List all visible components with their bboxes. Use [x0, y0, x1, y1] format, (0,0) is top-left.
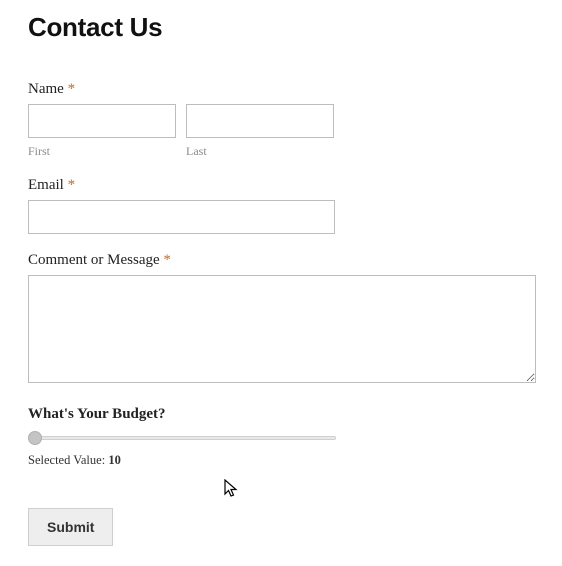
message-label: Comment or Message *	[28, 252, 534, 269]
selected-value-label: Selected Value:	[28, 453, 108, 467]
budget-selected-value: Selected Value: 10	[28, 453, 534, 468]
page-title: Contact Us	[28, 12, 534, 43]
required-marker: *	[163, 252, 171, 268]
budget-field: What's Your Budget? Selected Value: 10	[28, 406, 534, 468]
name-label: Name *	[28, 81, 534, 98]
email-label: Email *	[28, 177, 534, 194]
message-textarea[interactable]	[28, 275, 536, 383]
email-field: Email *	[28, 177, 534, 234]
slider-thumb[interactable]	[28, 431, 42, 445]
selected-value-number: 10	[108, 453, 121, 467]
message-field: Comment or Message *	[28, 252, 534, 388]
message-label-text: Comment or Message	[28, 252, 160, 268]
name-field: Name * First Last	[28, 81, 534, 159]
email-label-text: Email	[28, 177, 64, 193]
first-name-input[interactable]	[28, 104, 176, 138]
required-marker: *	[68, 177, 76, 193]
submit-button[interactable]: Submit	[28, 508, 113, 546]
name-label-text: Name	[28, 81, 64, 97]
first-name-sublabel: First	[28, 144, 176, 159]
last-name-input[interactable]	[186, 104, 334, 138]
budget-label: What's Your Budget?	[28, 406, 534, 423]
email-input[interactable]	[28, 200, 335, 234]
last-name-sublabel: Last	[186, 144, 334, 159]
required-marker: *	[68, 81, 76, 97]
slider-track	[28, 436, 336, 440]
budget-slider[interactable]	[28, 431, 336, 445]
